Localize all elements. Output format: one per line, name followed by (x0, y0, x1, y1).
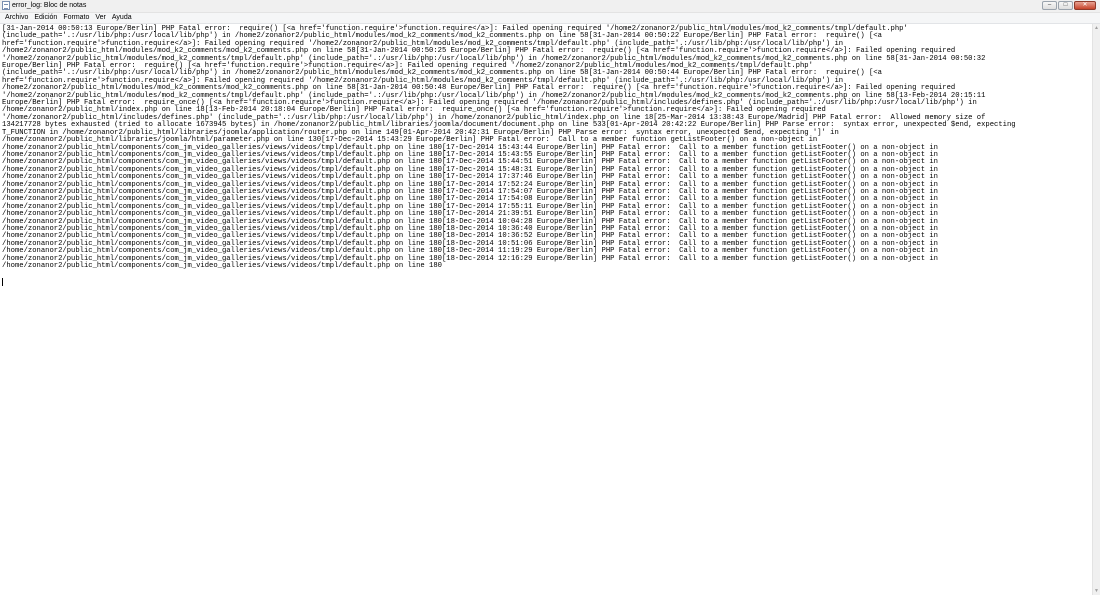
scroll-up-icon[interactable]: ▲ (1094, 25, 1099, 31)
log-line: /home/zonanor2/public_html/components/co… (2, 262, 442, 270)
scroll-down-icon[interactable]: ▼ (1094, 588, 1099, 594)
text-editor[interactable]: [31-Jan-2014 00:50:13 Europe/Berlin] PHP… (0, 24, 1092, 595)
vertical-scrollbar[interactable]: ▲ ▼ (1092, 24, 1100, 595)
menu-formato[interactable]: Formato (60, 13, 92, 23)
menu-bar: Archivo Edición Formato Ver Ayuda (0, 13, 1100, 24)
window-title: error_log: Bloc de notas (12, 2, 87, 9)
menu-ver[interactable]: Ver (92, 13, 109, 23)
menu-archivo[interactable]: Archivo (2, 13, 31, 23)
editor-text[interactable]: [31-Jan-2014 00:50:13 Europe/Berlin] PHP… (2, 25, 1016, 270)
menu-edicion[interactable]: Edición (31, 13, 60, 23)
minimize-button[interactable]: – (1042, 1, 1057, 10)
menu-ayuda[interactable]: Ayuda (109, 13, 135, 23)
window-controls: – □ ✕ (1042, 1, 1096, 11)
notepad-icon[interactable] (2, 1, 10, 10)
text-caret (2, 278, 3, 286)
title-bar[interactable]: error_log: Bloc de notas – □ ✕ (0, 0, 1100, 13)
close-button[interactable]: ✕ (1074, 1, 1096, 10)
maximize-button[interactable]: □ (1058, 1, 1073, 10)
